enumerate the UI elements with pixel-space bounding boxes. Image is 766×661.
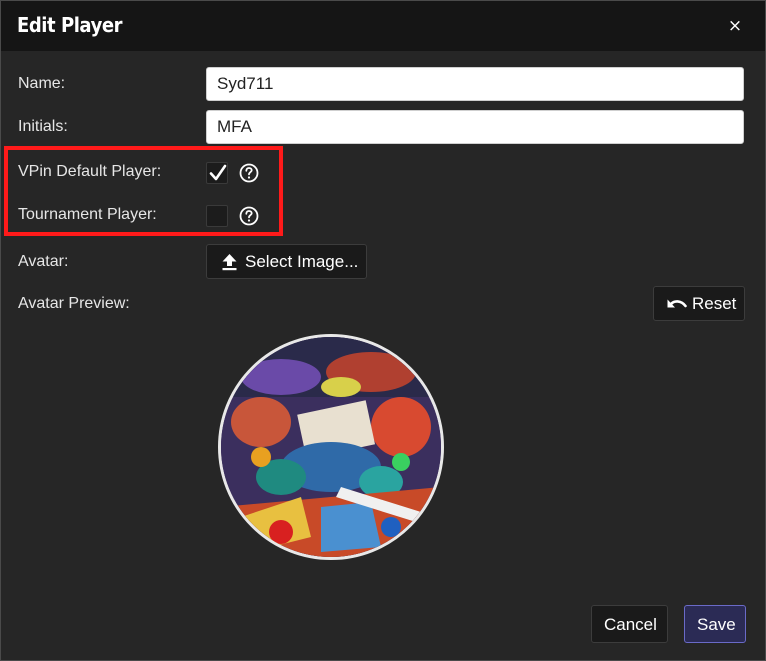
checkmark-icon — [209, 164, 227, 181]
tournament-checkbox[interactable] — [206, 205, 228, 227]
select-image-label: Select Image... — [245, 252, 359, 271]
title-bar: Edit Player × — [1, 1, 765, 51]
save-label: Save — [697, 615, 736, 634]
help-circle-icon[interactable] — [239, 206, 259, 226]
vpin-default-checkbox[interactable] — [206, 162, 228, 184]
help-circle-icon[interactable] — [239, 163, 259, 183]
cancel-label: Cancel — [604, 615, 657, 634]
dialog-title: Edit Player — [17, 13, 123, 37]
cancel-button[interactable]: Cancel — [591, 605, 668, 643]
vpin-default-label: VPin Default Player: — [18, 163, 162, 180]
avatar-preview-label: Avatar Preview: — [18, 295, 130, 312]
select-image-button[interactable]: Select Image... — [206, 244, 367, 279]
name-field[interactable]: Syd711 — [206, 67, 744, 101]
tournament-label: Tournament Player: — [18, 206, 157, 223]
initials-field[interactable]: MFA — [206, 110, 744, 144]
reset-label: Reset — [692, 294, 737, 313]
edit-player-dialog: Edit Player × Name: Syd711 Initials: MFA… — [0, 0, 766, 661]
avatar-label: Avatar: — [18, 253, 69, 270]
avatar-preview-image — [218, 334, 444, 560]
name-label: Name: — [18, 75, 66, 92]
initials-label: Initials: — [18, 118, 68, 135]
upload-icon — [222, 254, 237, 271]
undo-icon — [667, 299, 687, 308]
save-button[interactable]: Save — [684, 605, 746, 643]
close-icon[interactable]: × — [725, 14, 745, 38]
reset-button[interactable]: Reset — [653, 286, 745, 321]
avatar-image — [221, 337, 441, 557]
